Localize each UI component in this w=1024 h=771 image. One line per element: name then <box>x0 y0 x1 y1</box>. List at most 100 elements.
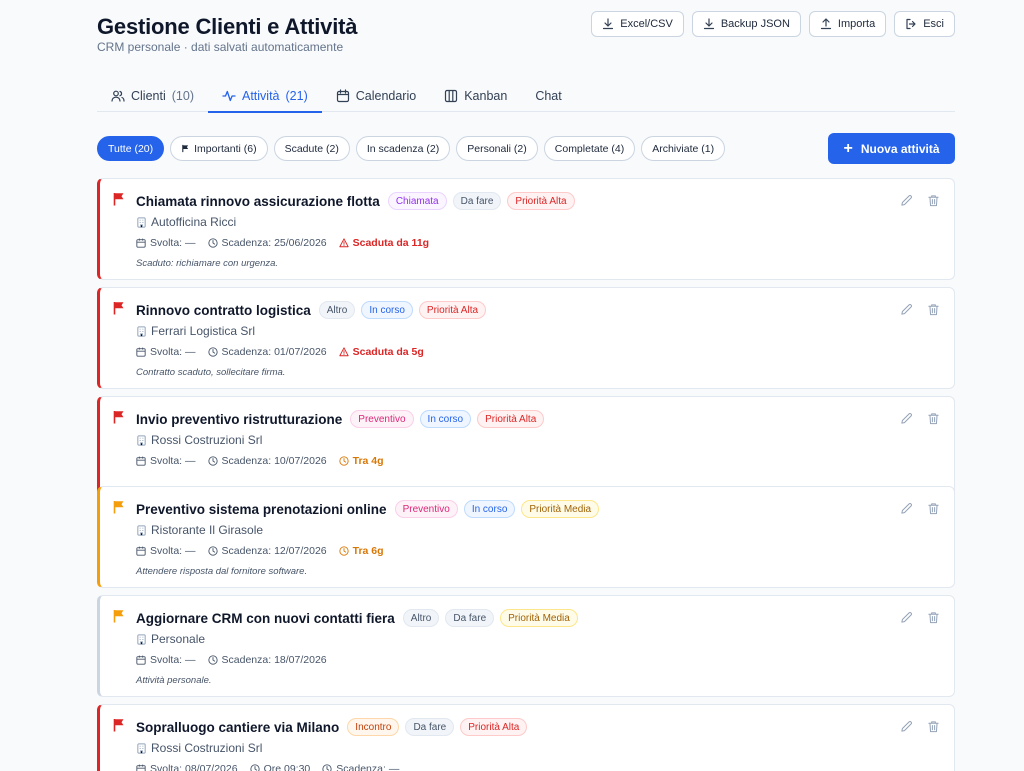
activity-title: Sopralluogo cantiere via Milano <box>136 719 340 735</box>
due-date: Scadenza: — <box>322 763 399 771</box>
activity-card[interactable]: Invio preventivo ristrutturazione Prevent… <box>97 396 955 498</box>
filter-label: Completate (4) <box>554 142 625 155</box>
filter-archiviate[interactable]: Archiviate (1) <box>641 136 726 161</box>
app-root: Gestione Clienti e Attività CRM personal… <box>97 0 955 771</box>
download-icon <box>603 18 614 30</box>
activity-card[interactable]: Aggiornare CRM con nuovi contatti fiera A… <box>97 595 955 697</box>
activity-badge: In corso <box>463 500 516 518</box>
kanban-icon <box>445 89 458 103</box>
activity-meta: Svolta: — Scadenza: 12/07/2026 Tra 6g <box>136 545 384 557</box>
flag-icon[interactable] <box>113 192 125 206</box>
action-label: Backup JSON <box>720 18 790 30</box>
done-text: Svolta: — <box>150 545 196 557</box>
client-name: Rossi Costruzioni Srl <box>151 741 263 755</box>
activity-badge: Priorità Media <box>500 609 578 627</box>
tab-count: (10) <box>171 89 194 103</box>
trash-icon[interactable] <box>927 720 940 733</box>
activity-meta: Svolta: — Scadenza: 25/06/2026 Scaduta da … <box>136 237 429 249</box>
due-status-text: Tra 4g <box>352 455 384 467</box>
edit-icon[interactable] <box>900 412 913 425</box>
flag-icon[interactable] <box>113 500 125 514</box>
done-date: Svolta: 08/07/2026 <box>136 763 238 771</box>
tab-calendario[interactable]: Calendario <box>322 80 430 112</box>
warning-icon <box>339 238 349 248</box>
main-tabs: Clienti (10) Attività (21) Calendario Kanban C… <box>97 80 955 113</box>
trash-icon[interactable] <box>927 502 940 515</box>
calendar-icon <box>136 456 146 466</box>
activity-title: Rinnovo contratto logistica <box>136 302 311 318</box>
done-date: Svolta: — <box>136 455 196 467</box>
tab-kanban[interactable]: Kanban <box>430 80 521 112</box>
users-icon <box>111 90 125 102</box>
edit-icon[interactable] <box>900 720 913 733</box>
export-csv-button[interactable]: Excel/CSV <box>591 11 684 37</box>
tab-chat[interactable]: Chat <box>521 80 575 112</box>
trash-icon[interactable] <box>927 303 940 316</box>
filter-chips: Tutte (20) Importanti (6) Scadute (2) In sc… <box>97 136 726 161</box>
activity-badge: Priorità Alta <box>460 718 528 736</box>
activity-card[interactable]: Chiamata rinnovo assicurazione flotta Chi… <box>97 178 955 280</box>
action-label: Importa <box>837 18 876 30</box>
edit-icon[interactable] <box>900 194 913 207</box>
due-date: Scadenza: 25/06/2026 <box>207 237 327 249</box>
filter-importanti[interactable]: Importanti (6) <box>170 136 268 161</box>
download-icon <box>703 18 714 30</box>
tab-attivita[interactable]: Attività (21) <box>207 80 322 113</box>
activity-card[interactable]: Preventivo sistema prenotazioni online Pr… <box>97 486 955 588</box>
due-status-text: Scaduta da 5g <box>352 346 424 358</box>
filter-label: Importanti (6) <box>194 142 257 155</box>
trash-icon[interactable] <box>927 611 940 624</box>
due-status-text: Tra 6g <box>352 545 384 557</box>
trash-icon[interactable] <box>927 194 940 207</box>
tab-count: (21) <box>285 89 308 103</box>
flag-icon[interactable] <box>113 718 125 732</box>
filter-scadute[interactable]: Scadute (2) <box>273 136 350 161</box>
activity-badge: Priorità Media <box>521 500 600 518</box>
tab-clienti[interactable]: Clienti (10) <box>97 80 208 112</box>
activity-badge: Da fare <box>452 192 502 210</box>
activity-header: Aggiornare CRM con nuovi contatti fiera A… <box>136 609 578 627</box>
client-name: Autofficina Ricci <box>151 215 237 229</box>
filter-personali[interactable]: Personali (2) <box>456 136 538 161</box>
filter-in-scadenza[interactable]: In scadenza (2) <box>355 136 451 161</box>
clock-icon <box>207 655 218 665</box>
flag-icon[interactable] <box>113 609 125 623</box>
activity-icon <box>222 90 236 102</box>
activity-note: Attività personale. <box>136 675 212 686</box>
clock-icon <box>249 764 260 771</box>
card-actions <box>900 303 940 316</box>
clock-icon <box>339 546 349 556</box>
activity-badge: Chiamata <box>387 192 447 210</box>
activity-card[interactable]: Rinnovo contratto logistica Altro In corso… <box>97 287 955 389</box>
trash-icon[interactable] <box>927 412 940 425</box>
activity-header: Sopralluogo cantiere via Milano Incontro D… <box>136 718 528 736</box>
flag-icon[interactable] <box>113 410 125 424</box>
tab-label: Calendario <box>355 89 417 103</box>
building-icon <box>137 742 146 754</box>
backup-json-button[interactable]: Backup JSON <box>691 11 801 37</box>
filter-completate[interactable]: Completate (4) <box>543 136 636 161</box>
client-name: Rossi Costruzioni Srl <box>151 433 263 447</box>
edit-icon[interactable] <box>900 611 913 624</box>
activity-header: Invio preventivo ristrutturazione Prevent… <box>136 410 545 428</box>
activity-badge: Altro <box>402 609 440 627</box>
activity-card[interactable]: Sopralluogo cantiere via Milano Incontro D… <box>97 704 955 771</box>
activity-title: Invio preventivo ristrutturazione <box>136 411 343 427</box>
due-text: Scadenza: 18/07/2026 <box>221 654 327 666</box>
activity-client: Ferrari Logistica Srl <box>136 324 255 338</box>
new-activity-button[interactable]: + Nuova attività <box>828 133 955 164</box>
calendar-icon <box>136 347 146 357</box>
filter-label: Tutte (20) <box>108 142 154 155</box>
activity-client: Ristorante Il Girasole <box>136 523 263 537</box>
logout-button[interactable]: Esci <box>894 11 955 37</box>
edit-icon[interactable] <box>900 303 913 316</box>
flag-icon[interactable] <box>113 301 125 315</box>
building-icon <box>137 216 146 228</box>
filter-tutte[interactable]: Tutte (20) <box>97 136 165 161</box>
done-text: Svolta: — <box>150 237 196 249</box>
tab-label: Attività <box>241 89 280 103</box>
import-button[interactable]: Importa <box>808 11 887 37</box>
edit-icon[interactable] <box>900 502 913 515</box>
due-text: Scadenza: 25/06/2026 <box>221 237 327 249</box>
clock-icon <box>339 456 349 466</box>
